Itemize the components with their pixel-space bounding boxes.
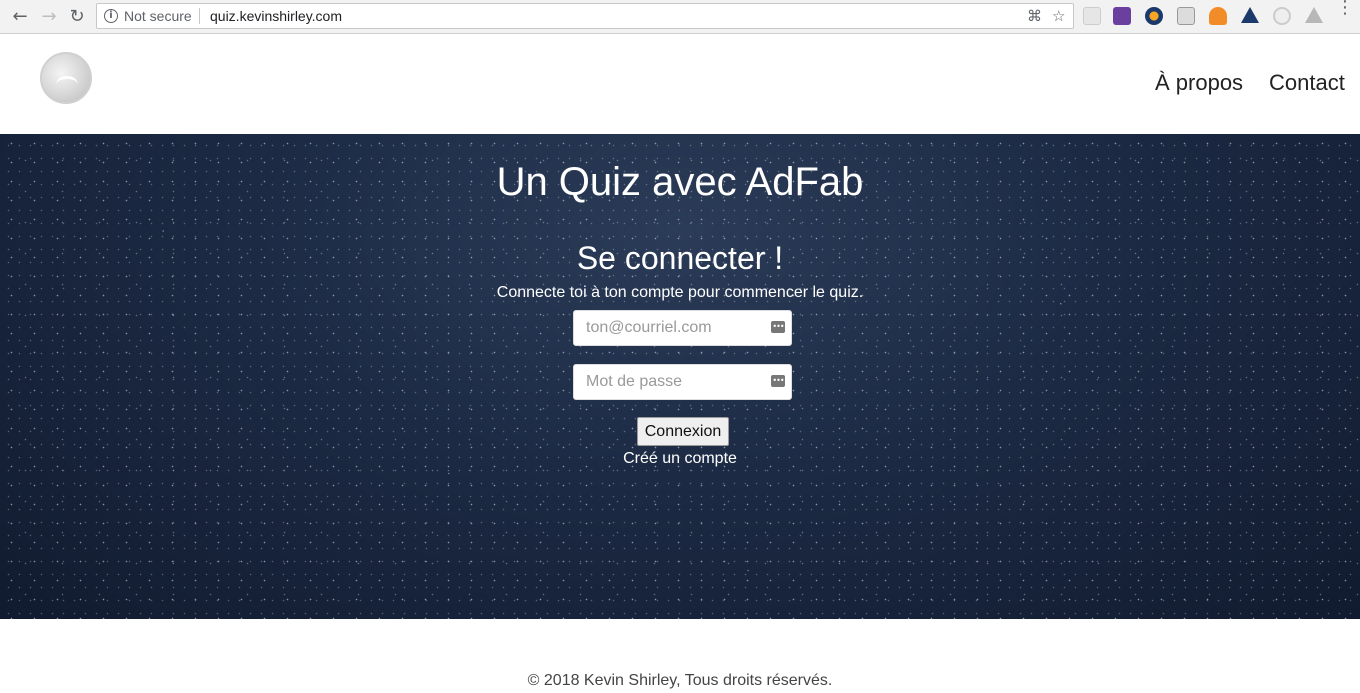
forward-arrow-icon[interactable]: → (37, 5, 61, 27)
browser-menu-icon[interactable]: ⋮ (1336, 0, 1354, 17)
extension-icon-4[interactable] (1177, 7, 1195, 25)
page-title: Un Quiz avec AdFab (496, 160, 864, 204)
url-text[interactable]: quiz.kevinshirley.com (210, 8, 342, 24)
email-input[interactable] (574, 311, 791, 345)
password-field[interactable]: ••• (573, 364, 792, 400)
extension-icon-3[interactable] (1145, 7, 1163, 25)
extension-icon-7[interactable] (1273, 7, 1291, 25)
address-bar[interactable]: i Not secure quiz.kevinshirley.com ⌘ ☆ (96, 3, 1074, 29)
password-input[interactable] (574, 365, 791, 399)
login-title: Se connecter ! (576, 240, 784, 276)
extension-icon-8[interactable] (1305, 7, 1323, 23)
extension-icon-5[interactable] (1209, 7, 1227, 25)
extension-icon-6[interactable] (1241, 7, 1259, 23)
browser-toolbar: ← → ↻ i Not secure quiz.kevinshirley.com… (0, 0, 1360, 34)
autofill-key-icon[interactable]: ••• (771, 375, 785, 387)
info-icon[interactable]: i (104, 9, 118, 23)
back-arrow-icon[interactable]: ← (8, 5, 32, 27)
hero-section: Un Quiz avec AdFab Se connecter ! Connec… (0, 134, 1360, 619)
login-subtitle: Connecte toi à ton compte pour commencer… (496, 284, 864, 301)
translate-icon[interactable]: ⌘ (1027, 7, 1042, 25)
email-field[interactable]: ••• (573, 310, 792, 346)
extension-icon-2[interactable] (1113, 7, 1131, 25)
site-header: À propos Contact (0, 34, 1360, 134)
address-separator (199, 8, 200, 24)
copyright-text: © 2018 Kevin Shirley, Tous droits réserv… (527, 672, 833, 689)
extension-icon-1[interactable] (1083, 7, 1101, 25)
nav-link-about[interactable]: À propos (1155, 70, 1243, 96)
nav-link-contact[interactable]: Contact (1269, 70, 1345, 96)
login-button[interactable]: Connexion (637, 417, 729, 446)
site-logo[interactable] (40, 52, 92, 104)
autofill-key-icon[interactable]: ••• (771, 321, 785, 333)
security-label[interactable]: Not secure (124, 8, 192, 24)
bookmark-star-icon[interactable]: ☆ (1052, 7, 1065, 25)
reload-icon[interactable]: ↻ (65, 5, 89, 27)
create-account-link[interactable]: Créé un compte (0, 450, 1360, 468)
